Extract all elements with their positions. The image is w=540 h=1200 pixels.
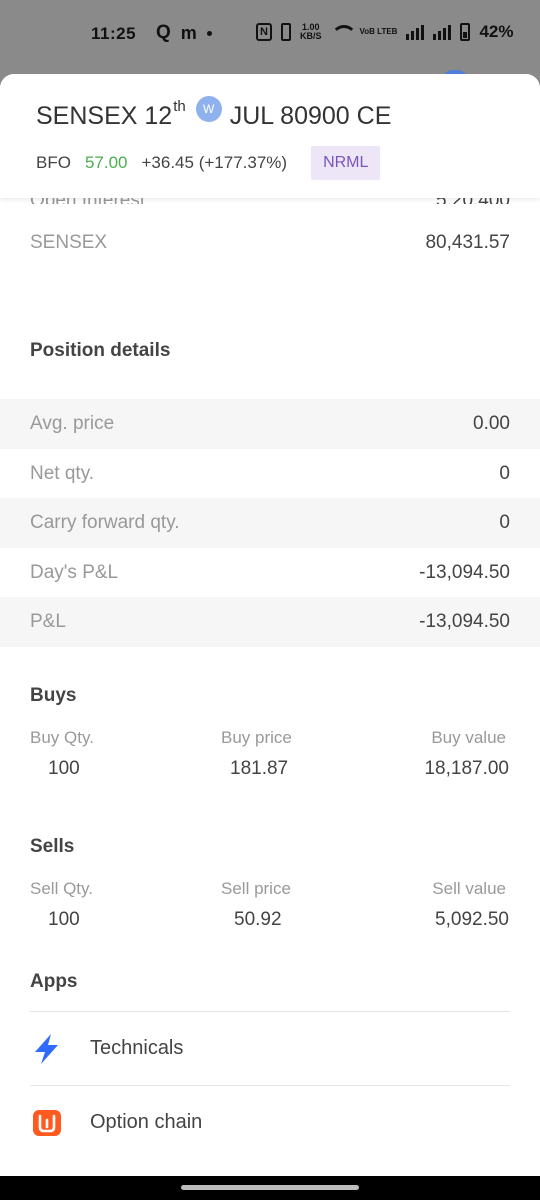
battery-icon xyxy=(460,23,471,41)
divider xyxy=(30,1011,510,1012)
row-label: Net qty. xyxy=(30,463,95,484)
vibrate-icon xyxy=(281,23,291,41)
signal-icon-2 xyxy=(433,24,452,40)
last-price: 57.00 xyxy=(84,153,128,172)
q-icon: Q xyxy=(156,22,171,43)
buy-value-value: 18,187.00 xyxy=(424,758,509,779)
row-label: P&L xyxy=(30,611,66,632)
sell-value-label: Sell value xyxy=(432,879,506,898)
network-speed-unit: KB/S xyxy=(300,31,322,41)
quote-line: BFO 57.00 +36.45 (+177.37%) NRML xyxy=(36,146,381,180)
home-gesture-handle[interactable] xyxy=(181,1185,359,1190)
row-value: 0.00 xyxy=(473,413,510,434)
apps-title: Apps xyxy=(30,971,78,992)
app-technicals[interactable]: Technicals xyxy=(0,1013,540,1085)
exchange-label: BFO xyxy=(36,153,71,172)
app-option-chain[interactable]: Option chain xyxy=(0,1087,540,1159)
app-technicals-label: Technicals xyxy=(90,1037,184,1059)
buy-qty-value: 100 xyxy=(48,758,80,779)
pnl-row: P&L -13,094.50 xyxy=(0,597,540,647)
row-value: -13,094.50 xyxy=(419,562,510,583)
sell-qty-label: Sell Qty. xyxy=(30,879,93,898)
weekly-badge: W xyxy=(195,96,222,122)
price-change: +36.45 (+177.37%) xyxy=(141,153,288,172)
sell-value-value: 5,092.50 xyxy=(435,909,509,930)
sell-price-label: Sell price xyxy=(221,879,291,898)
nfc-icon: N xyxy=(256,23,272,41)
buy-price-value: 181.87 xyxy=(230,758,289,779)
battery-percent: 42% xyxy=(479,22,514,41)
buy-value-label: Buy value xyxy=(431,728,506,747)
title-rest: JUL 80900 CE xyxy=(229,102,392,130)
avg-price-row: Avg. price 0.00 xyxy=(0,399,540,449)
navigation-bar xyxy=(0,1176,540,1200)
buy-price-label: Buy price xyxy=(221,728,292,747)
sell-price-value: 50.92 xyxy=(234,909,282,930)
position-details-title: Position details xyxy=(30,340,171,361)
sells-title: Sells xyxy=(30,836,75,857)
divider xyxy=(30,1085,510,1086)
status-time: 11:25 xyxy=(91,24,137,43)
days-pnl-row: Day's P&L -13,094.50 xyxy=(0,548,540,598)
buy-qty-label: Buy Qty. xyxy=(30,728,94,747)
wifi-icon xyxy=(330,25,357,39)
signal-icon xyxy=(406,24,425,40)
dot-icon xyxy=(206,30,212,36)
net-qty-row: Net qty. 0 xyxy=(0,449,540,499)
volte-indicator: VoB LTEB xyxy=(359,27,398,36)
status-right-icons: N 1.00 KB/S VoB LTEB 42% xyxy=(256,22,513,42)
status-left-icons: Q m xyxy=(156,22,212,44)
sell-qty-value: 100 xyxy=(48,909,80,930)
m-icon: m xyxy=(180,22,197,43)
product-badge: NRML xyxy=(311,146,381,180)
row-value: 0 xyxy=(499,512,510,533)
sheet-header: SENSEX 12th W JUL 80900 CE BFO 57.00 +36… xyxy=(0,74,540,198)
carry-forward-row: Carry forward qty. 0 xyxy=(0,498,540,548)
underlying-label: SENSEX xyxy=(30,232,108,253)
row-label: Avg. price xyxy=(30,413,115,434)
underlying-value: 80,431.57 xyxy=(425,232,510,253)
instrument-sheet: SENSEX 12th W JUL 80900 CE BFO 57.00 +36… xyxy=(0,74,540,1176)
row-label: Day's P&L xyxy=(30,562,119,583)
underlying-row: SENSEX 80,431.57 xyxy=(0,218,540,268)
app-option-chain-label: Option chain xyxy=(90,1111,203,1133)
row-value: -13,094.50 xyxy=(419,611,510,632)
row-label: Carry forward qty. xyxy=(30,512,180,533)
network-speed: 1.00 KB/S xyxy=(300,23,322,41)
status-bar: 11:25 Q m N 1.00 KB/S VoB LTEB 42% xyxy=(0,0,540,70)
title-main: SENSEX 12 xyxy=(36,102,173,130)
title-suffix: th xyxy=(173,98,186,115)
buys-title: Buys xyxy=(30,685,77,706)
row-value: 0 xyxy=(499,463,510,484)
instrument-title: SENSEX 12th W JUL 80900 CE xyxy=(36,96,392,131)
option-chain-icon xyxy=(33,1110,61,1136)
lightning-icon xyxy=(35,1034,58,1064)
